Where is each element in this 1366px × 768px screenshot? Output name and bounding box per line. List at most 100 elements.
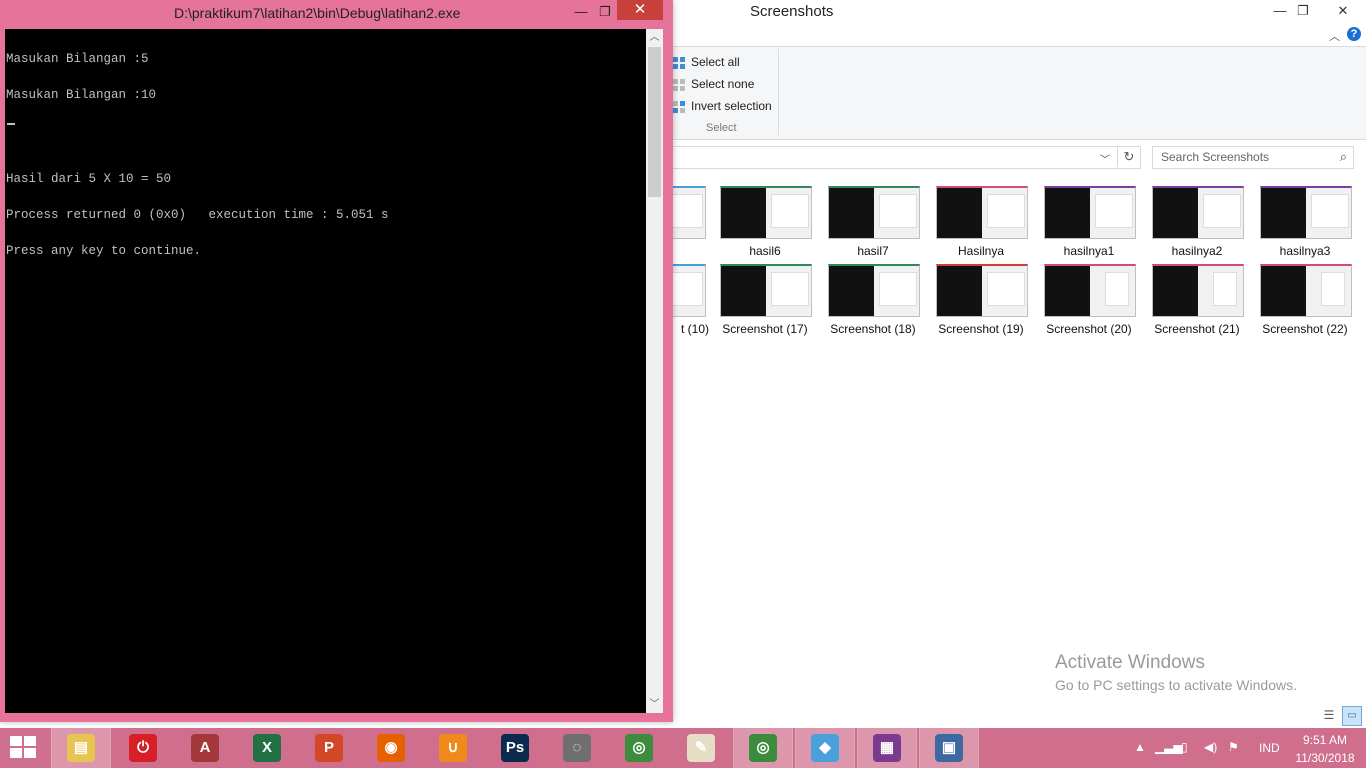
select-all-button[interactable]: Select all (673, 53, 740, 71)
address-dropdown-icon[interactable]: ﹀ (1100, 151, 1110, 166)
taskbar-power-button[interactable]: ⏻ (114, 728, 172, 768)
file-tile[interactable]: Screenshot (22) (1255, 264, 1355, 336)
console-line: Masukan Bilangan :5 (6, 52, 149, 66)
file-name: Screenshot (20) (1046, 322, 1132, 336)
explorer-close-button[interactable]: ✕ (1325, 0, 1361, 22)
file-name: hasil6 (749, 244, 781, 258)
select-none-label: Select none (691, 77, 755, 91)
select-all-icon (673, 56, 685, 69)
collapse-ribbon-icon[interactable]: ︿ (1329, 28, 1340, 44)
console-title: D:\praktikum7\latihan2\bin\Debug\latihan… (174, 5, 461, 21)
ribbon-group-divider (778, 49, 779, 135)
file-tile[interactable]: Hasilnya (931, 186, 1031, 258)
taskbar-winrar-button[interactable]: ▦ (857, 727, 917, 768)
console-minimize-button[interactable]: — (570, 1, 592, 23)
explorer-titlebar[interactable]: Screenshots — ❐ ✕ (673, 0, 1366, 24)
file-thumbnail (1260, 186, 1352, 239)
powerpoint-icon: P (315, 734, 343, 762)
taskbar-file-explorer-button[interactable]: ▤ (51, 727, 111, 768)
paint-icon: ✎ (687, 734, 715, 762)
file-tile[interactable] (673, 186, 709, 244)
console-scrollbar[interactable]: ︿ ﹀ (646, 29, 663, 713)
scrollbar-thumb[interactable] (648, 47, 661, 197)
file-thumbnail (720, 186, 812, 239)
file-tile[interactable]: hasilnya1 (1039, 186, 1139, 258)
volume-icon[interactable]: ◀) (1204, 740, 1217, 754)
file-thumbnail (936, 186, 1028, 239)
taskbar-console-app-button[interactable]: ▣ (919, 727, 979, 768)
help-icon[interactable]: ? (1347, 27, 1361, 41)
large-icons-view-icon[interactable]: ▭ (1342, 706, 1362, 726)
file-tile[interactable]: hasilnya3 (1255, 186, 1355, 258)
explorer-title: Screenshots (750, 3, 834, 20)
select-all-label: Select all (691, 55, 740, 69)
file-name: hasilnya2 (1171, 244, 1223, 258)
file-name: Screenshot (18) (830, 322, 916, 336)
taskbar-photoshop-button[interactable]: Ps (486, 728, 544, 768)
file-thumbnail (1152, 186, 1244, 239)
taskbar-paint-button[interactable]: ✎ (672, 728, 730, 768)
console-close-button[interactable]: ✕ (617, 0, 663, 20)
search-icon[interactable]: ⌕ (1340, 149, 1347, 165)
start-button[interactable] (10, 736, 38, 760)
file-tile[interactable]: hasil6 (715, 186, 815, 258)
file-tile[interactable]: Screenshot (18) (823, 264, 923, 336)
console-line: Masukan Bilangan :10 (6, 88, 157, 102)
clock-date[interactable]: 11/30/2018 (1293, 751, 1357, 765)
search-placeholder: Search Screenshots (1161, 150, 1270, 164)
clock-time[interactable]: 9:51 AM (1300, 733, 1350, 747)
taskbar-powerpoint-button[interactable]: P (300, 728, 358, 768)
address-bar[interactable] (673, 146, 1141, 169)
taskbar-access-button[interactable]: A (176, 728, 234, 768)
details-view-icon[interactable]: ☰ (1321, 708, 1337, 722)
console-app-icon: ▣ (935, 734, 963, 762)
uc-browser-icon: ∪ (439, 734, 467, 762)
search-input[interactable]: Search Screenshots ⌕ (1152, 146, 1354, 169)
taskbar-chrome-button[interactable]: ◎ (610, 728, 668, 768)
file-explorer-icon: ▤ (67, 734, 95, 762)
select-none-button[interactable]: Select none (673, 75, 754, 93)
file-tile[interactable]: hasil7 (823, 186, 923, 258)
invert-selection-icon (673, 100, 685, 113)
show-hidden-icons-icon[interactable]: ▲ (1134, 740, 1146, 754)
input-language[interactable]: IND (1259, 741, 1280, 755)
file-thumbnail (1152, 264, 1244, 317)
access-icon: A (191, 734, 219, 762)
battery-icon[interactable]: ▯ (1181, 740, 1188, 754)
network-signal-icon[interactable]: ▁▃▅ (1155, 740, 1183, 754)
scroll-up-icon[interactable]: ︿ (646, 29, 663, 46)
file-tile[interactable]: Screenshot (19) (931, 264, 1031, 336)
taskbar-uc-browser-button[interactable]: ∪ (424, 728, 482, 768)
excel-icon: X (253, 734, 281, 762)
file-thumbnail (1260, 264, 1352, 317)
console-window: D:\praktikum7\latihan2\bin\Debug\latihan… (0, 0, 673, 722)
action-center-flag-icon[interactable]: ⚑ (1228, 740, 1239, 754)
file-list: hasil6 hasil7 Hasilnya hasilnya1 hasilny… (673, 176, 1366, 706)
taskbar-chrome-2-button[interactable]: ◎ (733, 727, 793, 768)
file-name: Screenshot (19) (938, 322, 1024, 336)
console-line: Hasil dari 5 X 10 = 50 (6, 172, 172, 186)
file-tile[interactable]: Screenshot (21) (1147, 264, 1247, 336)
taskbar-app-diamond-button[interactable]: ◆ (795, 727, 855, 768)
invert-selection-button[interactable]: Invert selection (673, 97, 772, 115)
file-tile[interactable]: t (10) (673, 264, 709, 336)
file-name: Screenshot (17) (722, 322, 808, 336)
scroll-down-icon[interactable]: ﹀ (646, 696, 663, 713)
file-name: Screenshot (22) (1262, 322, 1348, 336)
explorer-minimize-button[interactable]: — (1270, 0, 1290, 22)
refresh-icon[interactable]: ↻ (1117, 147, 1140, 167)
file-name: Hasilnya (957, 244, 1005, 258)
taskbar-excel-button[interactable]: X (238, 728, 296, 768)
taskbar-firefox-button[interactable]: ◉ (362, 728, 420, 768)
file-tile[interactable]: hasilnya2 (1147, 186, 1247, 258)
explorer-maximize-button[interactable]: ❐ (1293, 0, 1313, 22)
console-maximize-button[interactable]: ❐ (594, 1, 616, 23)
taskbar-codeblocks-button[interactable]: ◌ (548, 728, 606, 768)
codeblocks-icon: ◌ (563, 734, 591, 762)
console-output[interactable]: Masukan Bilangan :5 Masukan Bilangan :10… (5, 29, 646, 713)
file-name: hasilnya3 (1279, 244, 1331, 258)
file-tile[interactable]: Screenshot (20) (1039, 264, 1139, 336)
console-line: Press any key to continue. (6, 244, 202, 258)
file-tile[interactable]: Screenshot (17) (715, 264, 815, 336)
invert-selection-label: Invert selection (691, 99, 772, 113)
